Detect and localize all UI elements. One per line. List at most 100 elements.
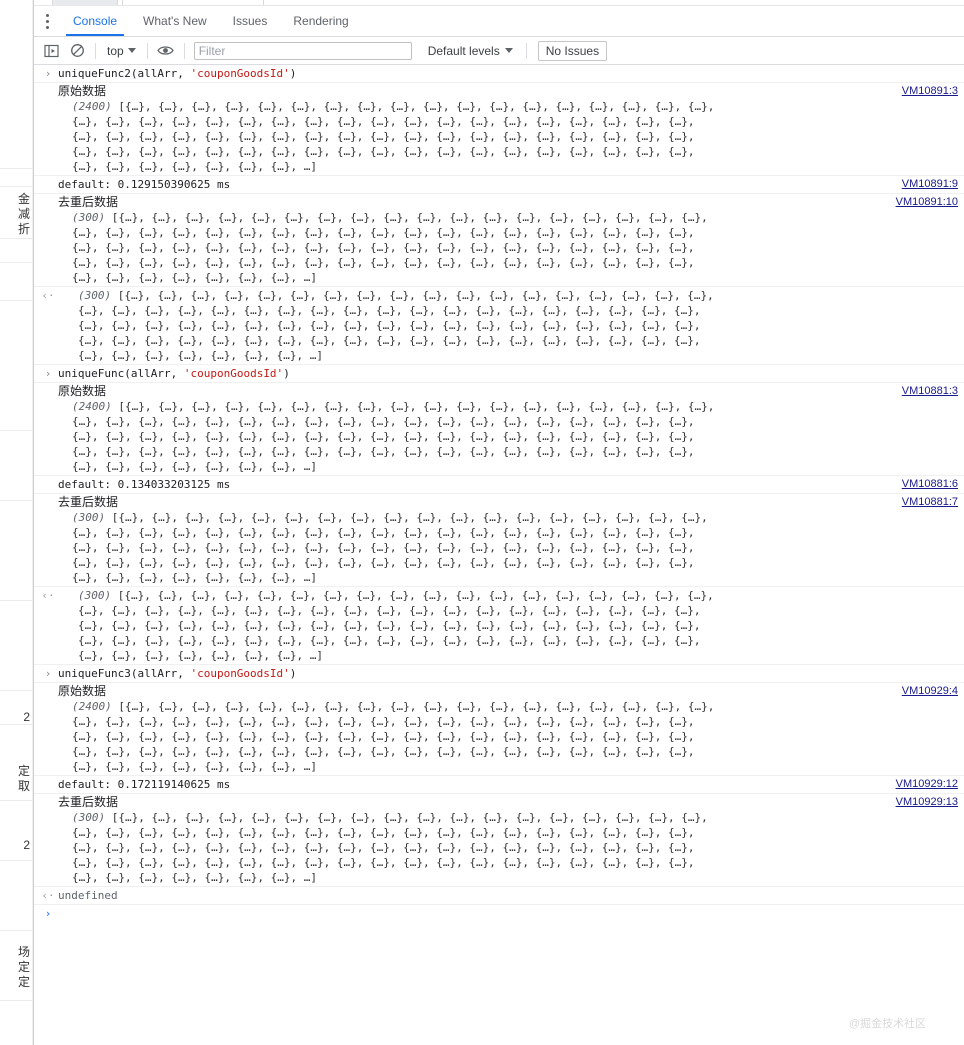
- drawer-tabbar: Console What's New Issues Rendering: [34, 6, 964, 37]
- array-preview[interactable]: (2400) [{…}, {…}, {…}, {…}, {…}, {…}, {……: [72, 99, 964, 174]
- source-location-link[interactable]: VM10929:4: [902, 685, 958, 697]
- array-preview-line: {…}, {…}, {…}, {…}, {…}, {…}, {…}, {…}, …: [72, 415, 702, 428]
- console-log-label: 原始数据: [58, 384, 107, 398]
- more-tabs-icon[interactable]: [34, 6, 60, 36]
- array-preview-line: {…}, {…}, {…}, {…}, {…}, {…}, {…}, {…}, …: [72, 841, 702, 854]
- source-location-link[interactable]: VM10881:6: [902, 478, 958, 490]
- console-log-label: 去重后数据: [58, 195, 119, 209]
- array-preview[interactable]: (300) [{…}, {…}, {…}, {…}, {…}, {…}, {…}…: [78, 288, 964, 363]
- console-sidebar-icon[interactable]: [40, 41, 62, 61]
- console-array-message[interactable]: 原始数据 (2400) [{…}, {…}, {…}, {…}, {…}, {…}…: [34, 83, 964, 176]
- console-prompt-icon: ›: [44, 907, 52, 920]
- console-log-label: 去重后数据: [58, 495, 119, 509]
- cut-off-tab-2[interactable]: [122, 0, 264, 5]
- array-preview-line: {…}, {…}, {…}, {…}, {…}, {…}, {…}, {…}, …: [72, 430, 702, 443]
- console-timing-text: default: 0.129150390625 ms: [58, 178, 231, 191]
- source-location-link[interactable]: VM10881:3: [902, 385, 958, 397]
- array-preview[interactable]: (300) [{…}, {…}, {…}, {…}, {…}, {…}, {…}…: [72, 210, 964, 285]
- command-function: uniqueFunc3(allArr,: [58, 667, 191, 680]
- console-timing-message[interactable]: default: 0.129150390625 ms VM10891:9: [34, 176, 964, 194]
- issues-button[interactable]: No Issues: [537, 40, 608, 61]
- array-length: (300): [72, 811, 112, 824]
- array-preview[interactable]: (300) [{…}, {…}, {…}, {…}, {…}, {…}, {…}…: [72, 510, 964, 585]
- background-text-fragment: 2: [23, 838, 30, 852]
- console-message-list[interactable]: › uniqueFunc2(allArr, 'couponGoodsId') 原始数…: [34, 65, 964, 1045]
- source-location-link[interactable]: VM10929:13: [896, 796, 958, 808]
- toolbar-divider-2: [146, 42, 148, 59]
- background-divider: [0, 600, 32, 601]
- array-preview-line: {…}, {…}, {…}, {…}, {…}, {…}, {…}, …]: [72, 160, 318, 173]
- log-levels-selector[interactable]: Default levels: [422, 44, 519, 58]
- console-array-message[interactable]: 原始数据 (2400) [{…}, {…}, {…}, {…}, {…}, {…}…: [34, 383, 964, 476]
- tab-rendering[interactable]: Rendering: [280, 6, 361, 36]
- cut-off-tab-1[interactable]: [52, 0, 118, 5]
- console-result[interactable]: ‹· undefined: [34, 887, 964, 905]
- console-array-message[interactable]: 去重后数据 (300) [{…}, {…}, {…}, {…}, {…}, {…}…: [34, 494, 964, 587]
- array-preview-line: (300) [{…}, {…}, {…}, {…}, {…}, {…}, {…}…: [72, 511, 715, 524]
- console-log-label: 原始数据: [58, 84, 107, 98]
- console-prompt-row[interactable]: ›: [34, 905, 964, 927]
- command-close-paren: ): [289, 667, 297, 680]
- console-array-message[interactable]: 原始数据 (2400) [{…}, {…}, {…}, {…}, {…}, {…}…: [34, 683, 964, 776]
- command-input-icon: ›: [44, 667, 52, 680]
- console-command[interactable]: › uniqueFunc3(allArr, 'couponGoodsId'): [34, 665, 964, 683]
- command-input-icon: ›: [44, 67, 52, 80]
- array-preview-line: {…}, {…}, {…}, {…}, {…}, {…}, {…}, {…}, …: [72, 256, 702, 269]
- array-preview[interactable]: (300) [{…}, {…}, {…}, {…}, {…}, {…}, {…}…: [72, 810, 964, 885]
- clear-console-icon[interactable]: [66, 41, 88, 61]
- filter-input[interactable]: [193, 41, 412, 60]
- watermark: @掘金技术社区: [848, 1018, 926, 1030]
- array-preview-line: {…}, {…}, {…}, {…}, {…}, {…}, {…}, {…}, …: [78, 319, 708, 332]
- array-preview-line: {…}, {…}, {…}, {…}, {…}, {…}, {…}, {…}, …: [72, 226, 702, 239]
- tab-console[interactable]: Console: [60, 6, 130, 36]
- array-length: (2400): [72, 100, 119, 113]
- array-preview[interactable]: (300) [{…}, {…}, {…}, {…}, {…}, {…}, {…}…: [78, 588, 964, 663]
- tab-issues[interactable]: Issues: [220, 6, 281, 36]
- console-command[interactable]: › uniqueFunc2(allArr, 'couponGoodsId'): [34, 65, 964, 83]
- array-preview-line: (300) [{…}, {…}, {…}, {…}, {…}, {…}, {…}…: [78, 289, 721, 302]
- background-divider: [0, 724, 32, 725]
- command-close-paren: ): [283, 367, 290, 380]
- array-preview-line: {…}, {…}, {…}, {…}, {…}, {…}, {…}, …]: [72, 271, 318, 284]
- array-preview-line: {…}, {…}, {…}, {…}, {…}, {…}, {…}, {…}, …: [72, 826, 702, 839]
- array-preview-line: {…}, {…}, {…}, {…}, {…}, {…}, {…}, {…}, …: [72, 526, 702, 539]
- background-text-fragment: 定: [17, 764, 30, 778]
- source-location-link[interactable]: VM10891:3: [902, 85, 958, 97]
- console-array-message[interactable]: ‹· (300) [{…}, {…}, {…}, {…}, {…}, {…}, {…: [34, 287, 964, 365]
- array-preview[interactable]: (2400) [{…}, {…}, {…}, {…}, {…}, {…}, {……: [72, 399, 964, 474]
- console-result-text: undefined: [58, 889, 118, 902]
- console-array-message[interactable]: 去重后数据 (300) [{…}, {…}, {…}, {…}, {…}, {…}…: [34, 794, 964, 887]
- tab-whats-new[interactable]: What's New: [130, 6, 220, 36]
- array-preview-line: {…}, {…}, {…}, {…}, {…}, {…}, {…}, {…}, …: [72, 745, 702, 758]
- cut-off-tab-text: [954, 0, 958, 5]
- devtools-panel: Console What's New Issues Rendering top …: [33, 0, 964, 1045]
- console-log-label: 原始数据: [58, 684, 107, 698]
- array-length: (2400): [72, 400, 119, 413]
- execution-context-selector[interactable]: top: [103, 44, 140, 58]
- console-log-label: 去重后数据: [58, 795, 119, 809]
- array-preview-line: {…}, {…}, {…}, {…}, {…}, {…}, {…}, {…}, …: [72, 115, 702, 128]
- console-array-message[interactable]: ‹· (300) [{…}, {…}, {…}, {…}, {…}, {…}, {…: [34, 587, 964, 665]
- return-value-icon: ‹·: [41, 889, 55, 902]
- background-divider: [0, 860, 32, 861]
- background-divider: [0, 300, 32, 301]
- array-length: (300): [78, 589, 118, 602]
- console-timing-message[interactable]: default: 0.134033203125 ms VM10881:6: [34, 476, 964, 494]
- source-location-link[interactable]: VM10891:10: [896, 196, 958, 208]
- source-location-link[interactable]: VM10881:7: [902, 496, 958, 508]
- console-timing-message[interactable]: default: 0.172119140625 ms VM10929:12: [34, 776, 964, 794]
- array-preview-line: {…}, {…}, {…}, {…}, {…}, {…}, {…}, …]: [72, 871, 318, 884]
- live-expression-icon[interactable]: [155, 41, 177, 61]
- array-preview-line: (300) [{…}, {…}, {…}, {…}, {…}, {…}, {…}…: [78, 589, 721, 602]
- console-array-message[interactable]: 去重后数据 (300) [{…}, {…}, {…}, {…}, {…}, {…}…: [34, 194, 964, 287]
- console-command[interactable]: › uniqueFunc(allArr, 'couponGoodsId'): [34, 365, 964, 383]
- array-preview-line: {…}, {…}, {…}, {…}, {…}, {…}, {…}, {…}, …: [72, 856, 702, 869]
- array-preview-line: {…}, {…}, {…}, {…}, {…}, {…}, {…}, {…}, …: [78, 634, 708, 647]
- source-location-link[interactable]: VM10891:9: [902, 178, 958, 190]
- source-location-link[interactable]: VM10929:12: [896, 778, 958, 790]
- background-divider: [0, 430, 32, 431]
- array-preview-line: (2400) [{…}, {…}, {…}, {…}, {…}, {…}, {……: [72, 400, 722, 413]
- chevron-down-icon: [127, 48, 136, 53]
- background-divider: [0, 262, 32, 263]
- array-preview[interactable]: (2400) [{…}, {…}, {…}, {…}, {…}, {…}, {……: [72, 699, 964, 774]
